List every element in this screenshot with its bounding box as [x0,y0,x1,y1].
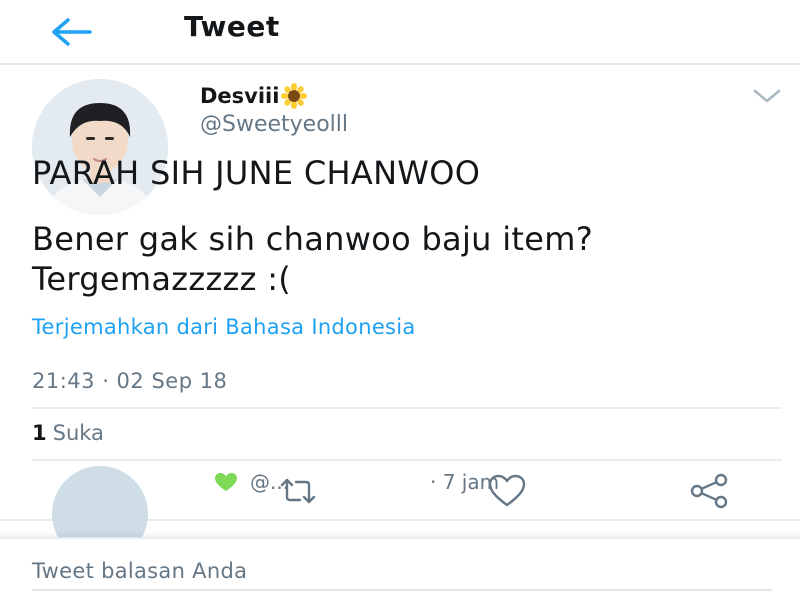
author-name[interactable]: Desviii [200,83,308,109]
reply-preview[interactable]: @... · 7 jam [0,452,800,537]
green-heart-icon [215,473,237,491]
reply-input-placeholder: Tweet balasan Anda [32,559,248,583]
page-title: Tweet [184,10,280,43]
reply-timestamp: · 7 jam [430,470,500,494]
arrow-left-icon[interactable] [48,15,94,49]
like-count: 1 [32,421,47,445]
tweet-text-line: PARAH SIH JUNE CHANWOO [32,154,481,192]
reply-handle[interactable]: @... [250,470,289,494]
author-handle[interactable]: @Sweetyeolll [200,112,348,137]
tweet-timestamp: 21:43 · 02 Sep 18 [32,369,228,393]
translate-link[interactable]: Terjemahkan dari Bahasa Indonesia [32,315,416,339]
like-count-label: Suka [52,421,104,445]
reply-avatar[interactable] [52,466,148,537]
divider [32,407,782,409]
sunflower-icon [281,83,308,109]
chevron-down-icon[interactable] [752,87,782,105]
tweet-text-line: Bener gak sih chanwoo baju item? Tergema… [32,220,593,298]
author-name-text: Desviii [200,84,280,108]
reply-input-underline [32,589,772,591]
tweet-text: PARAH SIH JUNE CHANWOO Bener gak sih cha… [32,153,782,299]
top-bar: Tweet [0,0,800,65]
like-count-link[interactable]: 1 Suka [32,421,104,445]
reply-compose-bar: Tweet balasan Anda [0,537,800,602]
reply-input[interactable]: Tweet balasan Anda [32,539,772,601]
